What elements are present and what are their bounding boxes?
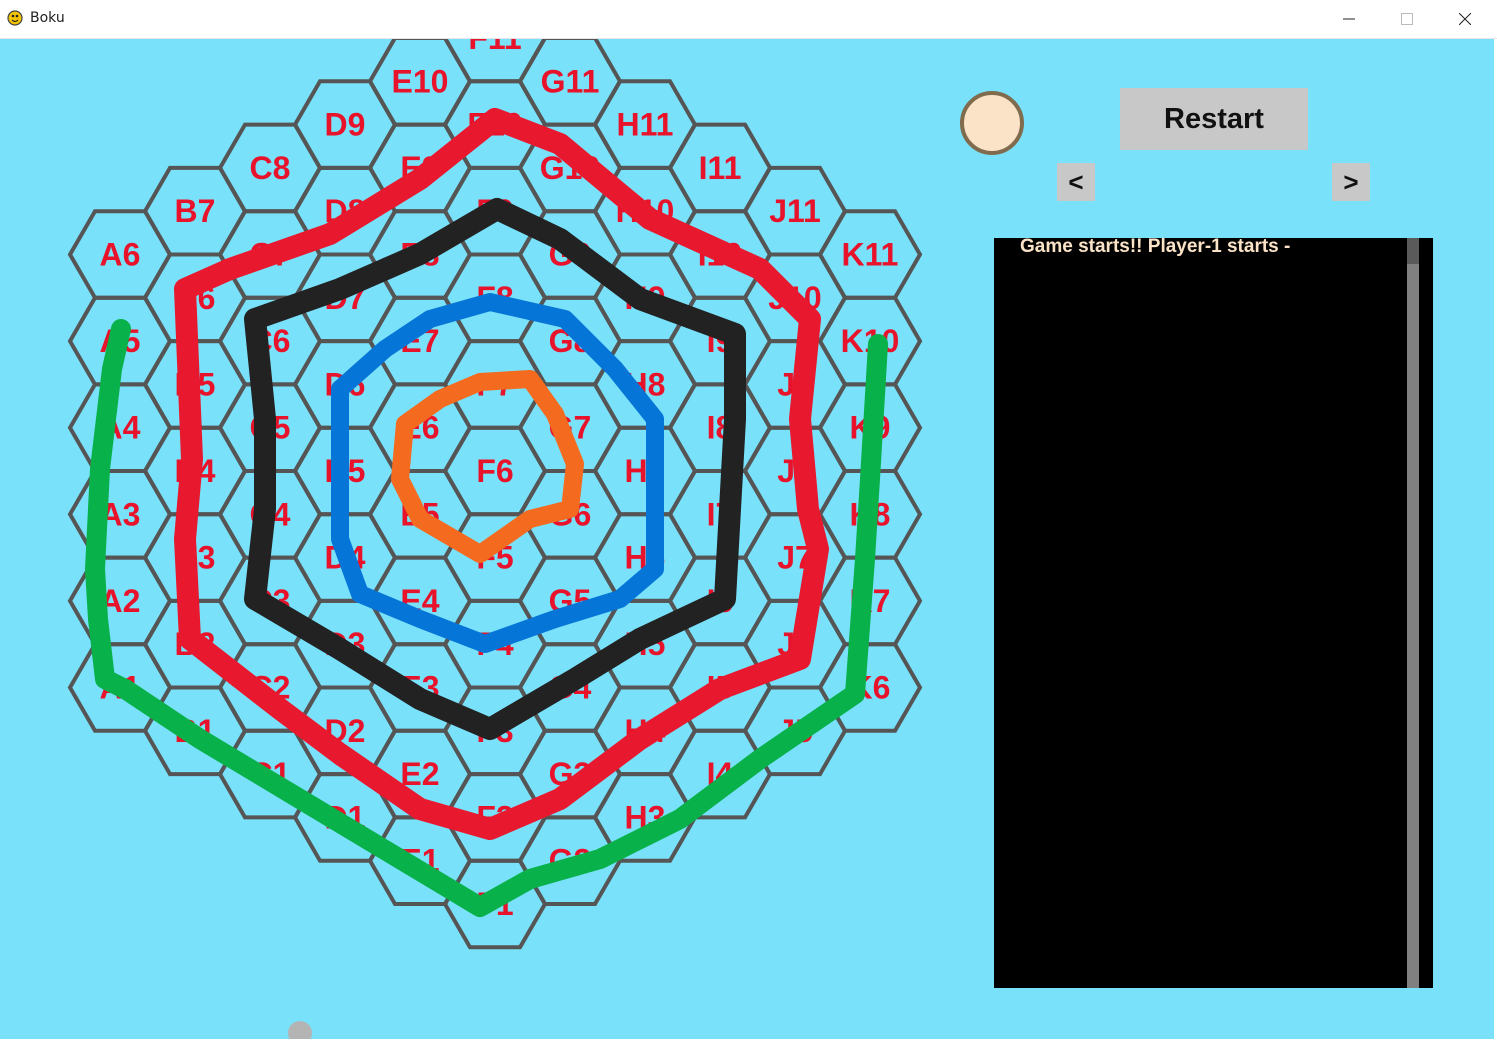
- game-log-panel: Game starts!! Player-1 starts -: [994, 236, 1433, 988]
- log-scrollbar-thumb[interactable]: [1407, 238, 1419, 264]
- restart-button[interactable]: Restart: [1120, 88, 1308, 150]
- cell-label: A6: [100, 237, 141, 273]
- cell-label: J11: [769, 193, 821, 229]
- previous-move-button[interactable]: <: [1057, 163, 1095, 201]
- window-title: Boku: [30, 10, 65, 26]
- log-line: Game starts!! Player-1 starts -: [1020, 236, 1291, 257]
- cell-label: B7: [175, 193, 216, 229]
- cell-label: E10: [392, 63, 449, 99]
- cell-label: G11: [541, 63, 600, 99]
- pygame-snake-icon: [7, 10, 23, 26]
- current-player-indicator: [960, 91, 1024, 155]
- hex-board[interactable]: A6A5A4A3A2A1B7B6B5B4B3B2B1C8C7C6C5C4C3C2…: [0, 39, 940, 1039]
- maximize-icon: [1401, 13, 1413, 25]
- cell-label: I11: [699, 150, 742, 186]
- cell-label: D9: [325, 107, 366, 143]
- cell-label: C8: [250, 150, 291, 186]
- log-scrollbar[interactable]: [1407, 238, 1419, 988]
- window-titlebar: Boku: [0, 0, 1497, 39]
- cell-label: F11: [468, 39, 521, 56]
- maximize-button[interactable]: [1378, 0, 1436, 38]
- close-button[interactable]: [1436, 0, 1494, 38]
- game-area: A6 A5 A4 A3 A2 A1 B7 B6 B5 B4 B3 B2 B1 C8 C7 C6 C5 C4 C3 C2…: [0, 39, 1494, 1039]
- slider-knob[interactable]: [288, 1021, 312, 1039]
- cell-label: F6: [476, 453, 513, 489]
- cell-label: H11: [617, 107, 674, 143]
- minimize-button[interactable]: [1320, 0, 1378, 38]
- cell-label: K11: [842, 237, 899, 273]
- minimize-icon: [1343, 18, 1355, 20]
- next-move-button[interactable]: >: [1332, 163, 1370, 201]
- close-icon: [1459, 13, 1471, 25]
